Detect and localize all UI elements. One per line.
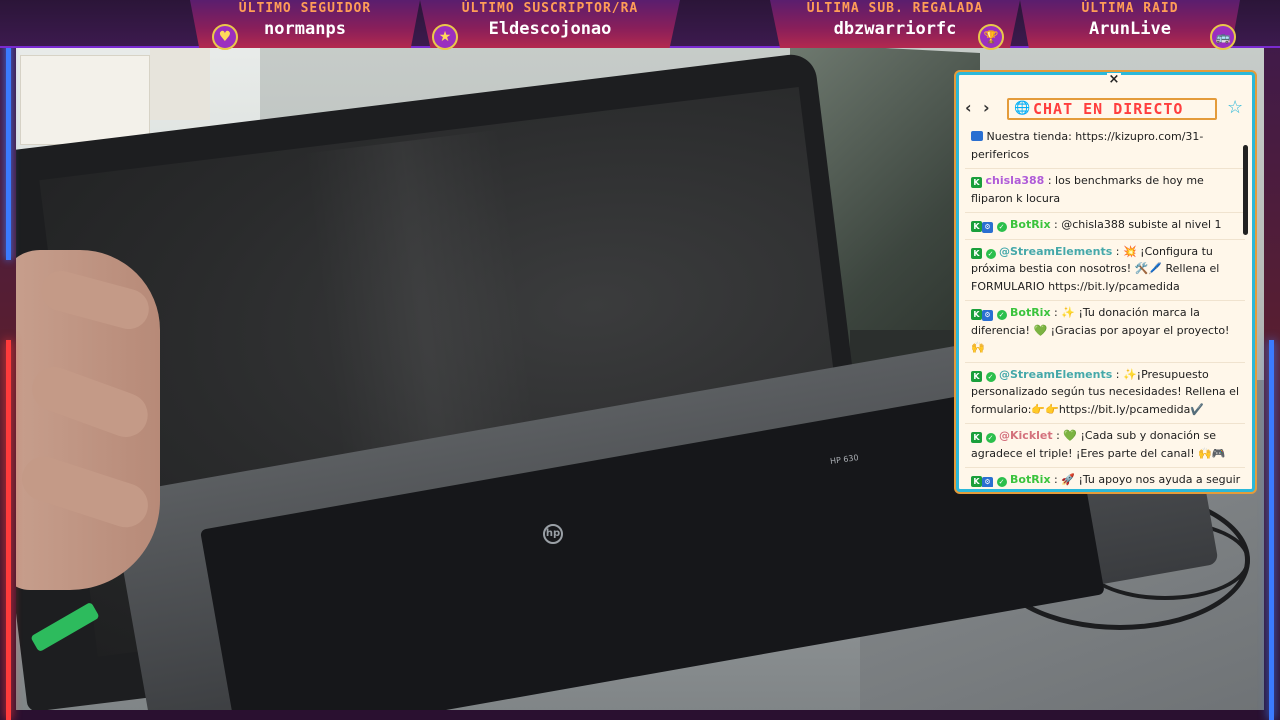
verified-badge-icon: ✓ <box>996 310 1007 320</box>
kick-badge-icon: K <box>971 476 982 487</box>
hp-logo-icon: hp <box>543 524 563 544</box>
verified-badge-icon: ✓ <box>985 248 996 259</box>
verified-badge-icon: ✓ <box>996 222 1007 232</box>
chat-scrollbar[interactable] <box>1243 145 1248 235</box>
bot-badge-icon: ⚙ <box>982 222 993 233</box>
close-icon[interactable]: × <box>1107 73 1121 87</box>
chat-message-text: @chisla388 subiste al nivel 1 <box>1061 218 1222 231</box>
chat-username[interactable]: BotRix <box>1010 473 1051 486</box>
background-box <box>20 55 150 145</box>
background-box <box>150 40 210 120</box>
chat-message: K chisla388 : los benchmarks de hoy me f… <box>965 169 1245 213</box>
chat-message: K ⚙ ✓ BotRix : @chisla388 subiste al nive… <box>965 213 1245 240</box>
chat-username[interactable]: chisla388 <box>986 174 1045 187</box>
overlay-frame-bottom <box>0 710 1280 720</box>
last-raid-panel: ÚLTIMA RAID ArunLive <box>1020 0 1240 48</box>
kick-badge-icon: K <box>971 221 982 232</box>
last-follower-label: ÚLTIMo SEGUIDoR <box>238 1 372 16</box>
chat-message-list: Nuestra tienda: https://kizupro.com/31-p… <box>965 125 1245 487</box>
star-icon: ★ <box>432 24 458 50</box>
kick-badge-icon: K <box>971 247 982 259</box>
verified-badge-icon: ✓ <box>985 433 996 443</box>
last-subscriber-value: Eldescojonao <box>488 19 612 39</box>
chevron-left-icon[interactable]: ‹ <box>965 98 972 117</box>
neon-strip-top-left <box>6 40 11 260</box>
heart-icon: ♥ <box>212 24 238 50</box>
globe-icon: 🌐 <box>1014 101 1031 116</box>
verified-badge-icon: ✓ <box>996 477 1007 487</box>
chat-message: K ✓ @Kicklet : 💚 ¡Cada sub y donación se… <box>965 424 1245 468</box>
chat-message: Nuestra tienda: https://kizupro.com/31-p… <box>965 125 1245 169</box>
chat-header: ‹ › 🌐 CHAT EN DIRECTO ☆ <box>959 95 1252 123</box>
neon-strip-left <box>6 340 11 720</box>
chat-message-text: Nuestra tienda: https://kizupro.com/31-p… <box>971 130 1204 161</box>
bot-badge-icon: ⚙ <box>982 310 993 321</box>
last-subscriber-label: ÚLTIMo SUSCRIPTOR/RA <box>461 1 639 16</box>
chat-message: K ✓ @StreamElements : 💥 ¡Configura tu pr… <box>965 240 1245 301</box>
chat-title: CHAT EN DIRECTO <box>1033 100 1184 118</box>
chat-message: K ⚙ ✓ BotRix : ✨ ¡Tu donación marca la di… <box>965 301 1245 363</box>
store-icon <box>971 131 983 141</box>
bus-icon: 🚌 <box>1210 24 1236 50</box>
bot-badge-icon: ⚙ <box>982 477 993 487</box>
live-chat-widget: ‹ › 🌐 CHAT EN DIRECTO ☆ Nuestra tienda: … <box>956 72 1255 492</box>
chat-username[interactable]: @Kicklet <box>999 429 1053 442</box>
chat-username[interactable]: BotRix <box>1010 218 1051 231</box>
chat-message: K ✓ @StreamElements : ✨¡Presupuesto pers… <box>965 363 1245 424</box>
chat-username[interactable]: BotRix <box>1010 306 1051 319</box>
kick-badge-icon: K <box>971 370 982 382</box>
last-raid-label: ÚLTIMA RAID <box>1081 1 1179 16</box>
star-outline-icon: ☆ <box>1227 97 1244 118</box>
chat-title-box: 🌐 CHAT EN DIRECTO <box>1007 98 1217 120</box>
last-gifted-sub-label: ÚLTIMA SUB. REGALADA <box>806 1 984 16</box>
chat-username[interactable]: @StreamElements <box>999 245 1112 258</box>
kick-badge-icon: K <box>971 432 982 443</box>
chevron-right-icon[interactable]: › <box>983 98 990 117</box>
verified-badge-icon: ✓ <box>985 371 996 382</box>
last-subscriber-panel: ÚLTIMo SUSCRIPTOR/RA Eldescojonao <box>420 0 680 48</box>
chat-username[interactable]: @StreamElements <box>999 368 1112 381</box>
kick-badge-icon: K <box>971 177 982 188</box>
trophy-icon: 🏆 <box>978 24 1004 50</box>
stream-alert-banner: ÚLTIMo SEGUIDoR normanps ÚLTIMo SUSCRIPT… <box>0 0 1280 50</box>
chat-message: K ⚙ ✓ BotRix : 🚀 ¡Tu apoyo nos ayuda a se… <box>965 468 1245 487</box>
kick-badge-icon: K <box>971 309 982 320</box>
neon-strip-right <box>1269 340 1274 720</box>
last-raid-value: ArunLive <box>1089 19 1171 39</box>
